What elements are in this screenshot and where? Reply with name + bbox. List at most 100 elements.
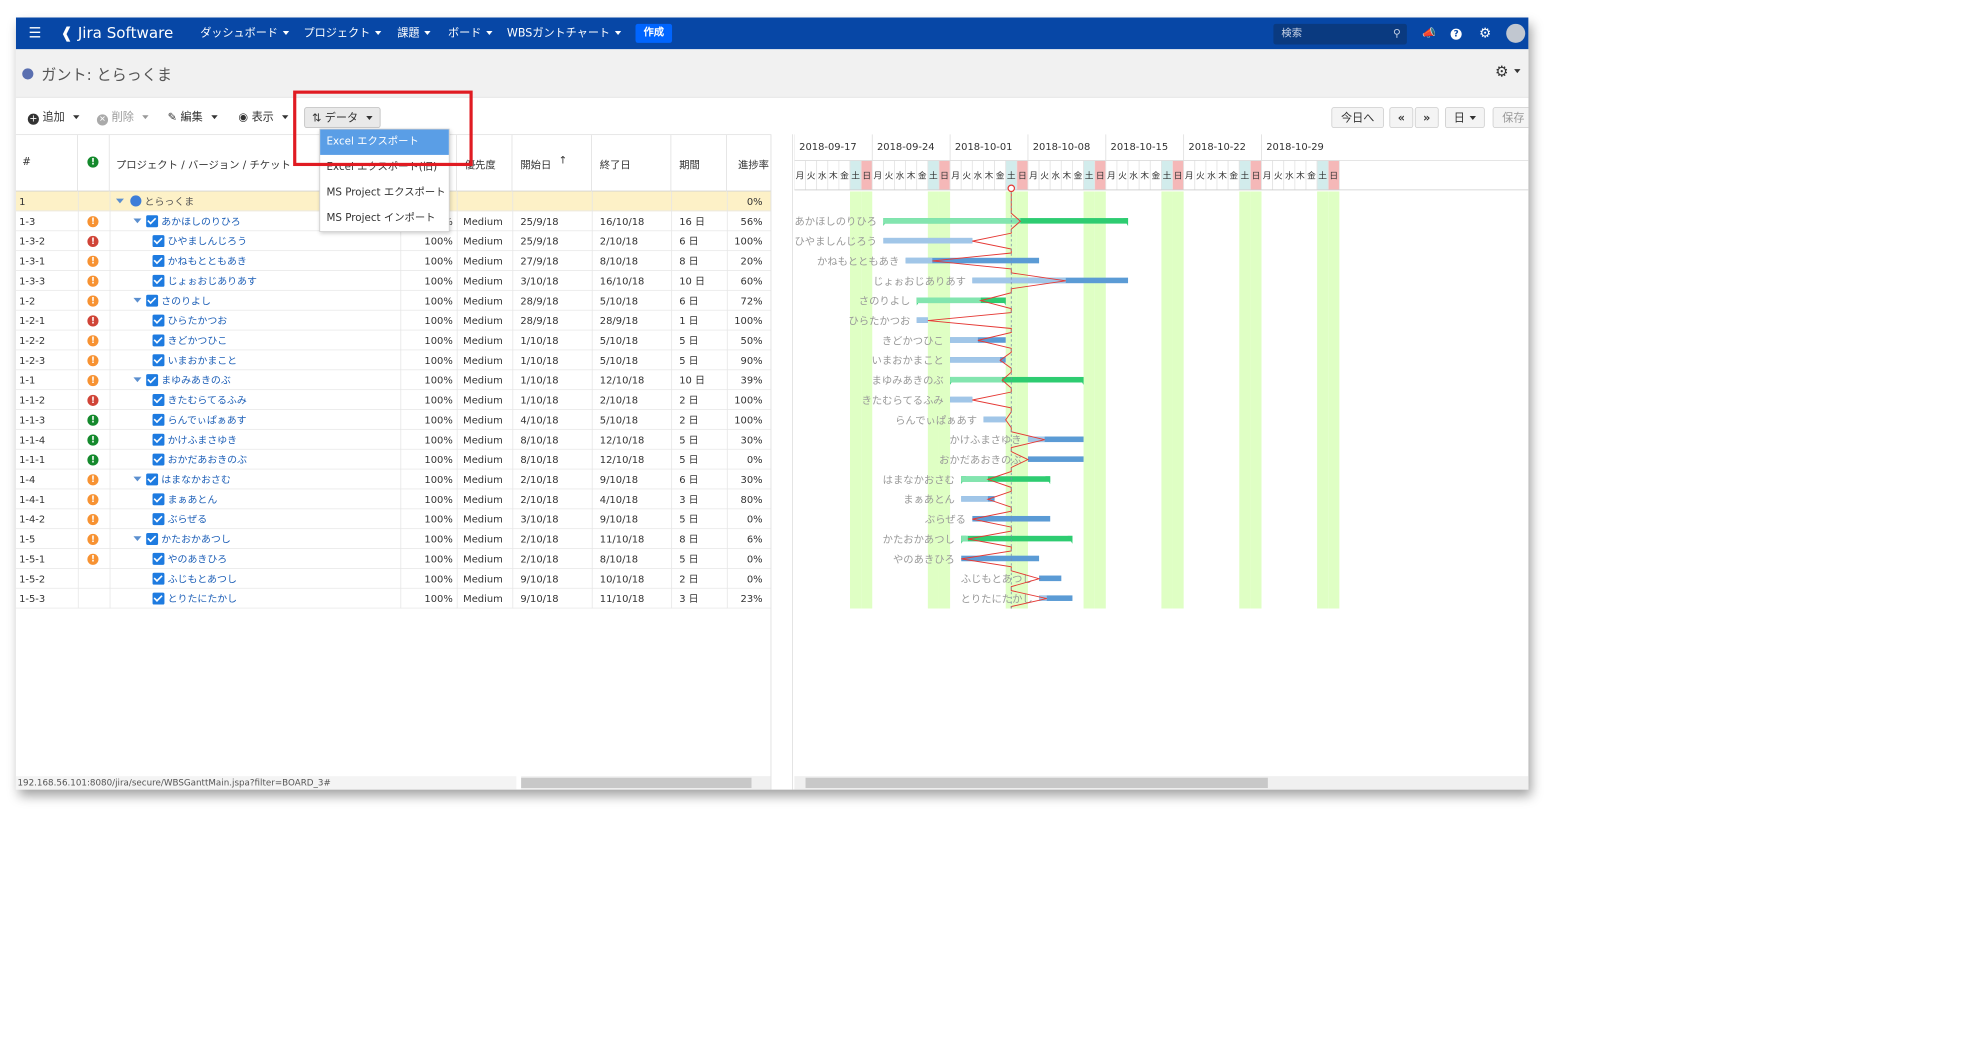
issue-link[interactable]: まぁあとん — [168, 493, 218, 505]
issue-link[interactable]: いまおかまこと — [168, 354, 238, 366]
table-row[interactable]: 1-2-2! きどかつひこ 100% Medium 1/10/18 5/10/18 5 日… — [15, 330, 771, 351]
table-row[interactable]: 1-3-2! ひやましんじろう 100% Medium 25/9/18 2/10/18 6… — [15, 231, 771, 252]
create-button[interactable]: 作成 — [635, 23, 673, 43]
plus-circle-icon: + — [27, 112, 39, 125]
col-duration[interactable]: 期間 — [671, 135, 727, 193]
weekday-label: 水 — [1207, 170, 1216, 182]
issue-link[interactable]: はまなかおさむ — [161, 473, 231, 485]
table-row[interactable]: 1-2-3! いまおかまこと 100% Medium 1/10/18 5/10/18 5 … — [15, 350, 771, 371]
expand-icon[interactable] — [133, 218, 142, 224]
table-row[interactable]: 1-4-2! ぶらぜる 100% Medium 3/10/18 9/10/18 5 日 0% — [15, 509, 771, 530]
table-row[interactable]: 1-2! さのりよし 100% Medium 28/9/18 5/10/18 6 日 72% — [15, 291, 771, 311]
gantt-scroll-thumb[interactable] — [805, 777, 1268, 789]
row-priority: Medium — [463, 533, 503, 545]
issue-link[interactable]: まゆみあきのぶ — [161, 374, 231, 386]
col-progress[interactable]: 進捗率 — [727, 135, 771, 192]
issue-link[interactable]: ふじもとあつし — [168, 573, 237, 585]
col-start[interactable]: 開始日 ↑ — [512, 135, 592, 193]
issue-link[interactable]: ひらたかつお — [168, 315, 228, 327]
menu-msproject-import[interactable]: MS Project インポート — [320, 206, 449, 231]
issue-link[interactable]: おかだあおきのぶ — [168, 454, 247, 466]
hamburger-icon[interactable]: ☰ — [29, 17, 42, 49]
megaphone-icon[interactable]: 📣 — [1422, 17, 1436, 49]
menu-msproject-export[interactable]: MS Project エクスポート — [320, 180, 449, 205]
issue-link[interactable]: かたおかあつし — [161, 533, 231, 545]
col-num[interactable]: # — [16, 135, 78, 193]
expand-icon[interactable] — [133, 297, 142, 303]
table-row[interactable]: 1-5-2 ふじもとあつし 100% Medium 9/10/18 10/10/18 2 … — [15, 569, 771, 589]
weekday-label: 日 — [1329, 171, 1338, 182]
table-row[interactable]: 1-1-3! らんでぃぱぁあす 100% Medium 4/10/18 5/10/18 2… — [15, 410, 771, 430]
edit-button[interactable]: ✎ 編集 — [168, 107, 218, 128]
issue-link[interactable]: とりたにたかし — [168, 593, 238, 605]
grid-scroll-thumb[interactable] — [521, 777, 752, 789]
row-start: 28/9/18 — [520, 294, 559, 307]
row-duration: 2 日 — [679, 413, 699, 426]
jira-logo[interactable]: ❰ Jira Software — [60, 17, 173, 49]
table-row[interactable]: 1-2-1! ひらたかつお 100% Medium 28/9/18 28/9/18 1 日… — [15, 311, 771, 331]
issue-link[interactable]: やのあきひろ — [168, 553, 228, 565]
table-row[interactable]: 1-5-3 とりたにたかし 100% Medium 9/10/18 11/10/18 3 … — [15, 589, 771, 609]
nav-wbs-gantt[interactable]: WBSガントチャート — [507, 17, 621, 49]
table-row[interactable]: 1-1-2! きたむらてるふみ 100% Medium 1/10/18 2/10/18 2… — [15, 390, 771, 410]
issue-link[interactable]: あかほしのりひろ — [161, 215, 240, 227]
issue-link[interactable]: かけふまさゆき — [168, 434, 238, 446]
add-button[interactable]: + 追加 — [27, 107, 80, 128]
issue-link[interactable]: きどかつひこ — [168, 334, 228, 346]
next-button[interactable]: » — [1414, 107, 1439, 128]
avatar-icon[interactable] — [1506, 17, 1526, 49]
table-row[interactable]: 1-5-1! やのあきひろ 100% Medium 2/10/18 8/10/18 5 日… — [15, 549, 771, 569]
issue-link[interactable]: じょぉおじありあす — [168, 275, 257, 287]
nav-boards[interactable]: ボード — [448, 17, 492, 49]
delete-button[interactable]: ✕ 削除 — [96, 107, 149, 128]
column-divider — [726, 191, 728, 609]
issue-link[interactable]: ひやましんじろう — [168, 235, 247, 247]
col-end[interactable]: 終了日 — [592, 135, 672, 193]
page-settings-caret[interactable] — [1509, 65, 1520, 78]
issue-link[interactable]: らんでぃぱぁあす — [168, 414, 247, 426]
row-num: 1-1-2 — [19, 394, 46, 406]
scale-select[interactable]: 日 — [1445, 107, 1485, 128]
save-button[interactable]: 保存 — [1492, 107, 1529, 128]
table-row[interactable]: 1-4-1! まぁあとん 100% Medium 2/10/18 4/10/18 3 日 8… — [15, 489, 771, 510]
expand-icon[interactable] — [133, 476, 142, 482]
search-input[interactable]: 検索 ⚲ — [1273, 23, 1407, 45]
issue-type-icon — [146, 374, 159, 387]
nav-issues[interactable]: 課題 — [397, 17, 430, 49]
expand-icon[interactable] — [115, 198, 124, 204]
page-settings-icon[interactable]: ⚙ — [1495, 63, 1509, 80]
task-progress — [905, 257, 933, 264]
table-row[interactable]: 1-5! かたおかあつし 100% Medium 2/10/18 11/10/18 8 日… — [15, 529, 771, 549]
issue-link[interactable]: さのりよし — [161, 295, 211, 307]
expand-icon[interactable] — [133, 377, 142, 383]
expand-icon[interactable] — [133, 536, 142, 541]
nav-projects[interactable]: プロジェクト — [303, 17, 381, 49]
row-end: 8/10/18 — [599, 552, 639, 565]
table-row[interactable]: 1-3-3! じょぉおじありあす 100% Medium 3/10/18 16/10/1… — [15, 271, 771, 291]
prev-button[interactable]: « — [1389, 107, 1414, 128]
col-status[interactable]: ! — [78, 135, 110, 193]
table-row[interactable]: 1-1-1! おかだあおきのぶ 100% Medium 8/10/18 12/10/18… — [15, 450, 771, 470]
issue-link[interactable]: きたむらてるふみ — [168, 394, 247, 406]
row-priority: Medium — [463, 433, 503, 446]
row-duration: 5 日 — [679, 433, 699, 446]
table-row[interactable]: 1-4! はまなかおさむ 100% Medium 2/10/18 9/10/18 6 日 3… — [15, 469, 771, 490]
grid-splitter[interactable] — [770, 134, 793, 790]
row-priority: Medium — [463, 235, 503, 248]
nav-dashboard[interactable]: ダッシュボード — [200, 17, 289, 49]
weekday-label: 日 — [940, 171, 949, 182]
help-icon[interactable]: ? — [1450, 17, 1462, 49]
table-row[interactable]: 1-1! まゆみあきのぶ 100% Medium 1/10/18 12/10/18 10 … — [15, 370, 771, 391]
settings-icon[interactable]: ⚙ — [1479, 17, 1491, 49]
view-button[interactable]: ◉ 表示 — [238, 107, 288, 128]
gantt-scrollbar[interactable] — [794, 776, 1529, 790]
sort-asc-icon: ↑ — [558, 154, 568, 167]
table-row[interactable]: 1-1-4! かけふまさゆき 100% Medium 8/10/18 12/10/18 5… — [15, 430, 771, 450]
task-bar — [1027, 456, 1084, 462]
today-button[interactable]: 今日へ — [1331, 107, 1384, 128]
grid-scrollbar[interactable] — [521, 776, 771, 790]
issue-link[interactable]: かねもとともあき — [168, 255, 247, 267]
task-progress — [961, 496, 988, 502]
table-row[interactable]: 1-3-1! かねもとともあき 100% Medium 27/9/18 8/10/18 8… — [15, 251, 771, 271]
issue-link[interactable]: ぶらぜる — [168, 513, 208, 525]
